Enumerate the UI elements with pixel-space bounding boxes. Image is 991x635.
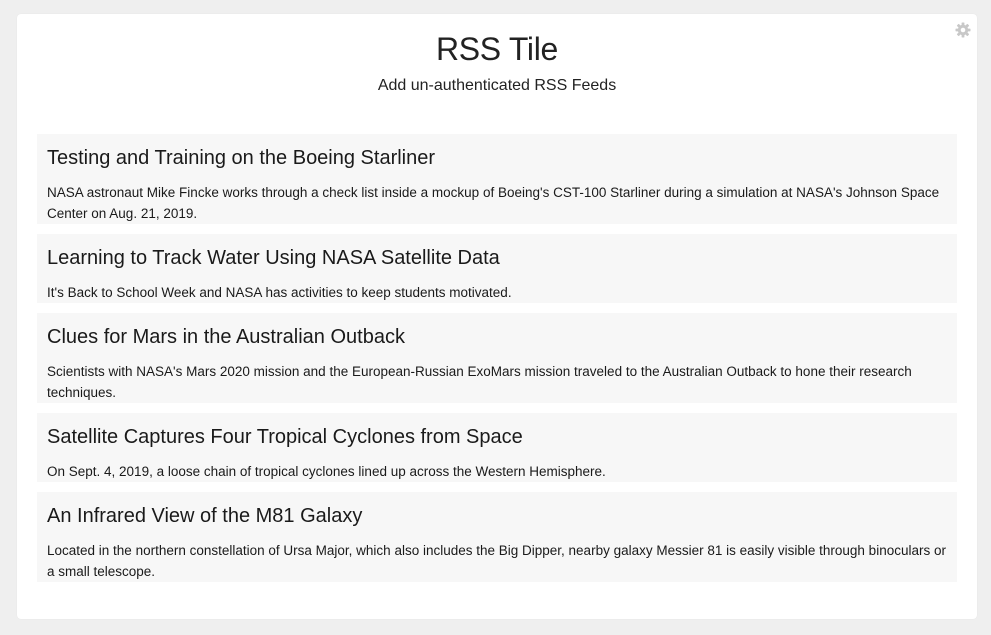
feed-list: Testing and Training on the Boeing Starl… [37,134,957,592]
tile-title: RSS Tile [435,31,559,67]
feed-item-title[interactable]: Clues for Mars in the Australian Outback [47,324,947,350]
feed-item-title[interactable]: Testing and Training on the Boeing Starl… [47,145,947,171]
feed-item[interactable]: An Infrared View of the M81 Galaxy Locat… [37,492,957,582]
rss-tile: RSS Tile Add un-authenticated RSS Feeds … [17,14,977,619]
feed-item[interactable]: Testing and Training on the Boeing Starl… [37,134,957,224]
feed-item-description: NASA astronaut Mike Fincke works through… [47,185,940,221]
feed-item-title[interactable]: Learning to Track Water Using NASA Satel… [47,245,947,271]
feed-item-title[interactable]: Satellite Captures Four Tropical Cyclone… [47,424,947,450]
feed-item[interactable]: Clues for Mars in the Australian Outback… [37,313,957,403]
tile-subtitle: Add un-authenticated RSS Feeds [377,77,617,94]
feed-item[interactable]: Learning to Track Water Using NASA Satel… [37,234,957,303]
feed-item-title[interactable]: An Infrared View of the M81 Galaxy [47,503,947,529]
feed-item[interactable]: Satellite Captures Four Tropical Cyclone… [37,413,957,482]
feed-item-description: It's Back to School Week and NASA has ac… [47,285,512,300]
feed-item-description: On Sept. 4, 2019, a loose chain of tropi… [47,464,606,479]
feed-item-description: Located in the northern constellation of… [47,543,946,579]
feed-item-description: Scientists with NASA's Mars 2020 mission… [47,364,912,400]
